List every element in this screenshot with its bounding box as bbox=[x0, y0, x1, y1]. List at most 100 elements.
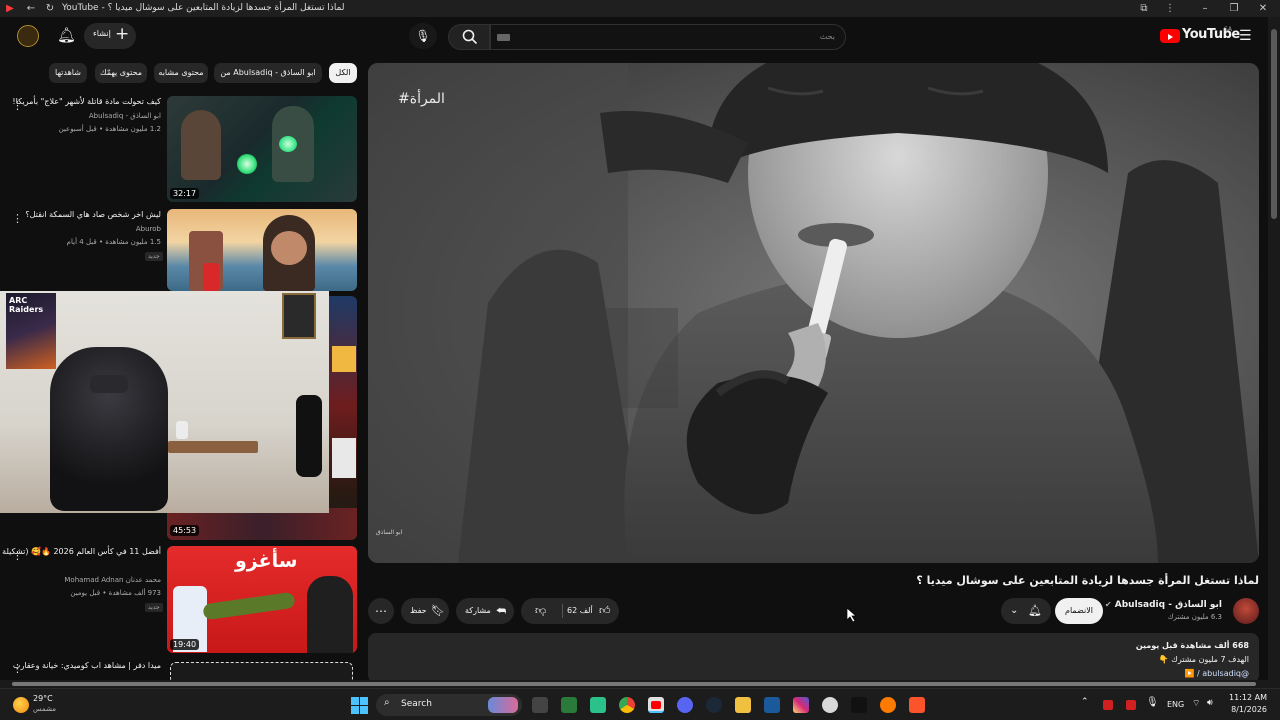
chip-from-channel[interactable]: من Abulsadiq - ابو الساذق bbox=[214, 63, 322, 83]
tray-chevron-icon[interactable]: ⌃ bbox=[1081, 697, 1089, 707]
subscriber-count: 6.3 مليون مشترك bbox=[1167, 613, 1222, 621]
reload-icon[interactable]: ↻ bbox=[43, 2, 57, 15]
video-channel[interactable]: ابو الساذق - Abulsadiq bbox=[89, 112, 161, 120]
like-count: 62 ألف bbox=[567, 606, 593, 615]
description-text: الهدف 7 مليون مشترك 👇 bbox=[1158, 655, 1249, 664]
description-views-date: 668 ألف مشاهدة قبل يومين bbox=[1135, 641, 1249, 650]
thumb-person bbox=[181, 110, 221, 180]
video-thumbnail[interactable] bbox=[167, 209, 357, 291]
tiktok-icon[interactable] bbox=[851, 697, 867, 713]
search-icon bbox=[462, 29, 478, 45]
save-button[interactable]: حفظ 🔖︎ bbox=[401, 598, 449, 624]
clock-time[interactable]: 11:12 AM bbox=[1229, 693, 1267, 702]
video-thumbnail[interactable]: سأغزو 19:40 bbox=[167, 546, 357, 653]
video-title[interactable]: كيف تحولت مادة قاتلة لأشهر "علاج" بأمريك… bbox=[12, 97, 161, 106]
video-hashtag-overlay: #المرأة bbox=[398, 91, 445, 107]
search-button[interactable] bbox=[448, 24, 490, 50]
tray-app-icon[interactable] bbox=[1126, 700, 1136, 710]
task-view-icon[interactable] bbox=[532, 697, 548, 713]
weather-sun-icon[interactable] bbox=[13, 697, 29, 713]
channel-avatar[interactable] bbox=[1233, 598, 1259, 624]
description-box[interactable]: 668 ألف مشاهدة قبل يومين الهدف 7 مليون م… bbox=[368, 633, 1259, 683]
desk-lamp bbox=[176, 421, 188, 439]
thumb-title-text: سأغزو bbox=[235, 550, 298, 572]
keyboard-icon[interactable] bbox=[497, 34, 510, 41]
chip-for-you[interactable]: محتوى يهمّك bbox=[95, 63, 147, 83]
tray-app-icon[interactable] bbox=[1103, 700, 1113, 710]
video-channel[interactable]: محمد عدنان Mohamad Adnan bbox=[64, 576, 161, 584]
weather-condition: مشمس bbox=[33, 705, 56, 713]
masthead: 🔔︎ إنشاء + 🎙︎ بحث YouTube SA ☰ bbox=[0, 17, 1268, 55]
chevron-down-icon: ⌄ bbox=[1010, 605, 1019, 616]
windows-start-icon[interactable] bbox=[351, 697, 368, 714]
horizontal-scrollbar[interactable] bbox=[0, 680, 1268, 688]
guide-menu-icon[interactable]: ☰ bbox=[1239, 29, 1252, 43]
create-label: إنشاء bbox=[93, 29, 111, 38]
video-options-icon[interactable]: ⋮ bbox=[12, 212, 23, 225]
page-scrollbar[interactable] bbox=[1268, 17, 1280, 688]
chip-watched[interactable]: شاهدتها bbox=[49, 63, 87, 83]
glowing-object bbox=[237, 154, 257, 174]
minimize-button[interactable]: – bbox=[1198, 2, 1212, 15]
gaming-chair bbox=[50, 347, 168, 511]
video-meta: 973 ألف مشاهدة • قبل يومين bbox=[70, 589, 161, 597]
discord-icon[interactable] bbox=[677, 697, 693, 713]
youtube-favicon-icon: ▶ bbox=[6, 3, 14, 14]
chip-related[interactable]: محتوى مشابه bbox=[154, 63, 208, 83]
video-title-heading: لماذا تستغل المرأة جسدها لزيادة المتابعي… bbox=[916, 574, 1259, 587]
microphone-icon[interactable]: 🎙︎ bbox=[1146, 697, 1159, 708]
more-actions-icon[interactable]: ⋯ bbox=[368, 598, 394, 624]
soundcloud-icon[interactable] bbox=[880, 697, 896, 713]
search-input[interactable]: بحث bbox=[490, 24, 846, 50]
video-channel[interactable]: Aburob bbox=[136, 225, 161, 233]
video-player[interactable]: #المرأة ابو الساذق bbox=[368, 63, 1259, 563]
description-link[interactable]: @abulsadiq / ▶️ bbox=[1185, 669, 1249, 678]
scrollbar-thumb[interactable] bbox=[12, 682, 1256, 686]
voice-search-mic-icon[interactable]: 🎙︎ bbox=[409, 23, 437, 49]
video-title[interactable]: ليش اخر شخص صاد هاي السمكة انقتل؟ bbox=[25, 210, 161, 219]
chip-all[interactable]: الكل bbox=[329, 63, 357, 83]
maximize-button[interactable]: ❐ bbox=[1227, 2, 1241, 15]
desk bbox=[168, 441, 258, 453]
video-title[interactable]: ميدا دفر | مشاهد اب كوميدي: خيانة وعقارب bbox=[13, 661, 161, 670]
extensions-icon[interactable]: ⧉ bbox=[1137, 2, 1151, 15]
video-thumbnail[interactable]: 32:17 bbox=[167, 96, 357, 202]
youtube-app-icon[interactable] bbox=[648, 697, 664, 713]
chrome-icon[interactable] bbox=[619, 697, 635, 713]
clock-date[interactable]: 8/1/2026 bbox=[1231, 705, 1267, 714]
taskbar-search-box[interactable]: ⌕ Search bbox=[376, 694, 522, 716]
subscribed-button[interactable]: ⌄ 🔔︎ bbox=[1001, 598, 1051, 624]
taskbar-search-label: Search bbox=[401, 699, 432, 709]
join-button[interactable]: الانضمام bbox=[1055, 598, 1103, 624]
back-icon[interactable]: ← bbox=[24, 2, 38, 15]
volume-icon[interactable]: 🔊︎ bbox=[1207, 698, 1213, 708]
instagram-icon[interactable] bbox=[793, 697, 809, 713]
close-button[interactable]: ✕ bbox=[1256, 2, 1270, 15]
app-icon[interactable] bbox=[764, 697, 780, 713]
dislike-button[interactable]: 👎︎ bbox=[521, 598, 561, 624]
steam-icon[interactable] bbox=[706, 697, 722, 713]
region-code: SA bbox=[1224, 26, 1233, 33]
like-dislike-segment: 👎︎ 62 ألف 👍︎ bbox=[521, 598, 619, 624]
thumb-person bbox=[307, 576, 353, 653]
youtube-logo-icon[interactable] bbox=[1160, 29, 1180, 43]
video-title[interactable]: أفضل 11 في كأس العالم 2026 🔥🥰 (تشكيلة مر… bbox=[0, 547, 161, 556]
input-language[interactable]: ENG bbox=[1167, 700, 1184, 709]
channel-avatar[interactable] bbox=[17, 25, 39, 47]
file-explorer-icon[interactable] bbox=[735, 697, 751, 713]
app-icon[interactable] bbox=[822, 697, 838, 713]
notifications-bell-icon: 🔔︎ bbox=[1028, 604, 1042, 617]
like-button[interactable]: 62 ألف 👍︎ bbox=[563, 598, 619, 624]
verified-icon: ✔︎ bbox=[1104, 600, 1112, 609]
app-icon[interactable] bbox=[590, 697, 606, 713]
share-button[interactable]: مشاركة ⮪ bbox=[456, 598, 514, 624]
wifi-icon[interactable]: ⌔ bbox=[1192, 698, 1200, 709]
video-duration: 19:40 bbox=[170, 639, 200, 650]
brave-icon[interactable] bbox=[909, 697, 925, 713]
create-button[interactable]: إنشاء + bbox=[84, 23, 136, 49]
scrollbar-thumb[interactable] bbox=[1271, 29, 1277, 219]
store-icon[interactable] bbox=[561, 697, 577, 713]
channel-name[interactable]: Abulsadiq - ابو الساذق bbox=[1115, 600, 1222, 610]
notifications-bell-icon[interactable]: 🔔︎ bbox=[57, 26, 76, 44]
browser-menu-icon[interactable]: ⋮ bbox=[1163, 2, 1177, 15]
